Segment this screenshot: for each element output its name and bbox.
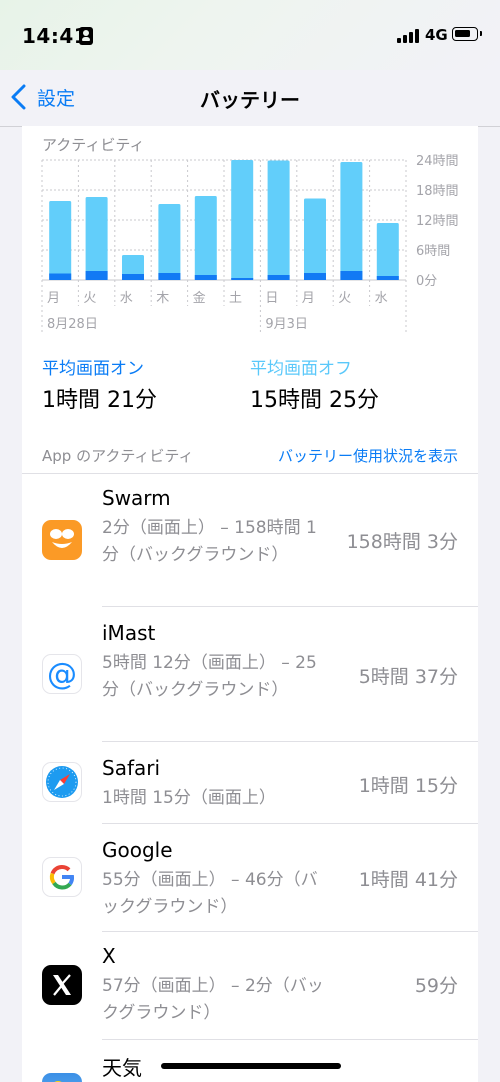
bar-background <box>49 201 72 280</box>
avg-screen-on-value: 1時間 21分 <box>42 388 157 413</box>
app-usage-detail: 55分（画面上） – 46分（バックグラウンド） <box>102 870 318 917</box>
app-name: iMast <box>102 621 156 645</box>
x-tick-label: 土 <box>229 291 242 306</box>
svg-text:@: @ <box>47 657 77 692</box>
app-row-swarm[interactable]: Swarm 2分（画面上） – 158時間 1分（バックグラウンド） 158時間… <box>22 474 478 607</box>
x-tick-label: 木 <box>156 291 169 306</box>
app-name: Google <box>102 838 173 862</box>
y-tick-label: 12時間 <box>416 214 459 229</box>
swarm-icon <box>42 520 82 560</box>
bar-screen-on <box>122 274 144 280</box>
app-name: Safari <box>102 756 161 780</box>
avg-screen-off-label: 平均画面オフ <box>250 359 352 379</box>
show-battery-usage-link[interactable]: バッテリー使用状況を表示 <box>278 445 458 466</box>
weather-icon <box>42 1073 82 1082</box>
x-tick-label: 火 <box>83 291 96 306</box>
app-usage-detail: 1時間 15分（画面上） <box>102 788 276 808</box>
activity-bar-chart[interactable]: 24時間 18時間 12時間 6時間 0分月 火 水 木 金 土 日 月 火 水 8月28日 9月3日 <box>22 126 478 341</box>
navigation-bar: 設定 バッテリー <box>0 70 500 127</box>
bar-background <box>231 160 254 280</box>
bar-background <box>194 196 217 280</box>
app-row-safari[interactable]: Safari 1時間 15分（画面上） 1時間 15分 <box>22 742 478 824</box>
app-total-time: 59分 <box>414 975 458 997</box>
app-row-x[interactable]: X 57分（画面上） – 2分（バックグラウンド） 59分 <box>22 932 478 1040</box>
x-tick-label: 火 <box>338 291 351 306</box>
app-name: Swarm <box>102 486 171 510</box>
app-activity-header: App のアクティビティ バッテリー使用状況を表示 <box>22 445 478 474</box>
bar-background <box>158 204 181 280</box>
bar-background <box>304 198 326 280</box>
date-label: 8月28日 <box>47 317 98 332</box>
x-tick-label: 水 <box>375 291 388 306</box>
x-tick-label: 日 <box>265 291 278 306</box>
x-tick-label: 月 <box>47 291 60 306</box>
app-total-time: 1時間 41分 <box>358 869 458 891</box>
bar-screen-on <box>85 271 108 280</box>
x-icon <box>42 965 82 1005</box>
activity-card: アクティビティ 24時間 18時間 12時間 6時間 0分月火水木金土日月火水 8月28日… <box>22 126 478 448</box>
app-usage-detail: 5時間 12分（画面上） – 25分（バックグラウンド） <box>102 653 317 700</box>
avg-screen-on-label: 平均画面オン <box>42 359 144 379</box>
app-name: X <box>102 944 116 968</box>
app-total-time: 5時間 37分 <box>358 666 458 688</box>
bar-screen-on <box>231 278 254 280</box>
y-tick-label: 18時間 <box>416 184 459 199</box>
cellular-signal-icon <box>397 27 421 43</box>
app-name: 天気 <box>102 1056 142 1080</box>
bar-screen-on <box>194 275 217 280</box>
app-usage-detail: 57分（画面上） – 2分（バックグラウンド） <box>102 976 324 1023</box>
avg-screen-off-value: 15時間 25分 <box>250 388 379 413</box>
x-tick-label: 月 <box>302 291 315 306</box>
bar-background <box>267 160 290 280</box>
x-tick-label: 水 <box>120 291 133 306</box>
bar-screen-on <box>376 276 399 280</box>
app-usage-detail: 2分（画面上） – 158時間 1分（バックグラウンド） <box>102 518 317 565</box>
x-tick-label: 金 <box>193 290 206 306</box>
safari-icon <box>42 762 82 802</box>
date-label: 9月3日 <box>265 317 308 332</box>
app-row-imast[interactable]: @ iMast 5時間 12分（画面上） – 25分（バックグラウンド） 5時間… <box>22 607 478 742</box>
app-row-google[interactable]: Google 55分（画面上） – 46分（バックグラウンド） 1時間 41分 <box>22 824 478 932</box>
bar-background <box>376 223 399 280</box>
home-indicator[interactable] <box>161 1063 341 1069</box>
imast-icon: @ <box>42 654 82 694</box>
page-title: バッテリー <box>200 88 300 112</box>
app-activity-label: App のアクティビティ <box>42 447 194 465</box>
battery-level-icon <box>452 27 482 41</box>
bar-screen-on <box>49 273 72 280</box>
y-tick-label: 24時間 <box>416 154 459 169</box>
app-total-time: 1時間 15分 <box>358 775 458 797</box>
status-bar: 14:41 4G <box>0 0 500 70</box>
y-tick-label: 0分 <box>416 274 437 289</box>
google-icon <box>42 857 82 897</box>
app-activity-list: Swarm 2分（画面上） – 158時間 1分（バックグラウンド） 158時間… <box>22 474 478 1082</box>
y-tick-label: 6時間 <box>416 244 450 259</box>
app-total-time: 158時間 3分 <box>346 531 458 553</box>
contact-card-icon <box>79 27 93 45</box>
bar-screen-on <box>158 273 181 280</box>
bar-screen-on <box>340 271 363 280</box>
bar-screen-on <box>304 273 326 280</box>
bar-background <box>340 162 363 280</box>
app-row-weather[interactable]: 天気 <box>22 1040 478 1082</box>
bar-background <box>85 197 108 280</box>
bar-screen-on <box>267 275 290 280</box>
network-type: 4G <box>425 26 448 44</box>
